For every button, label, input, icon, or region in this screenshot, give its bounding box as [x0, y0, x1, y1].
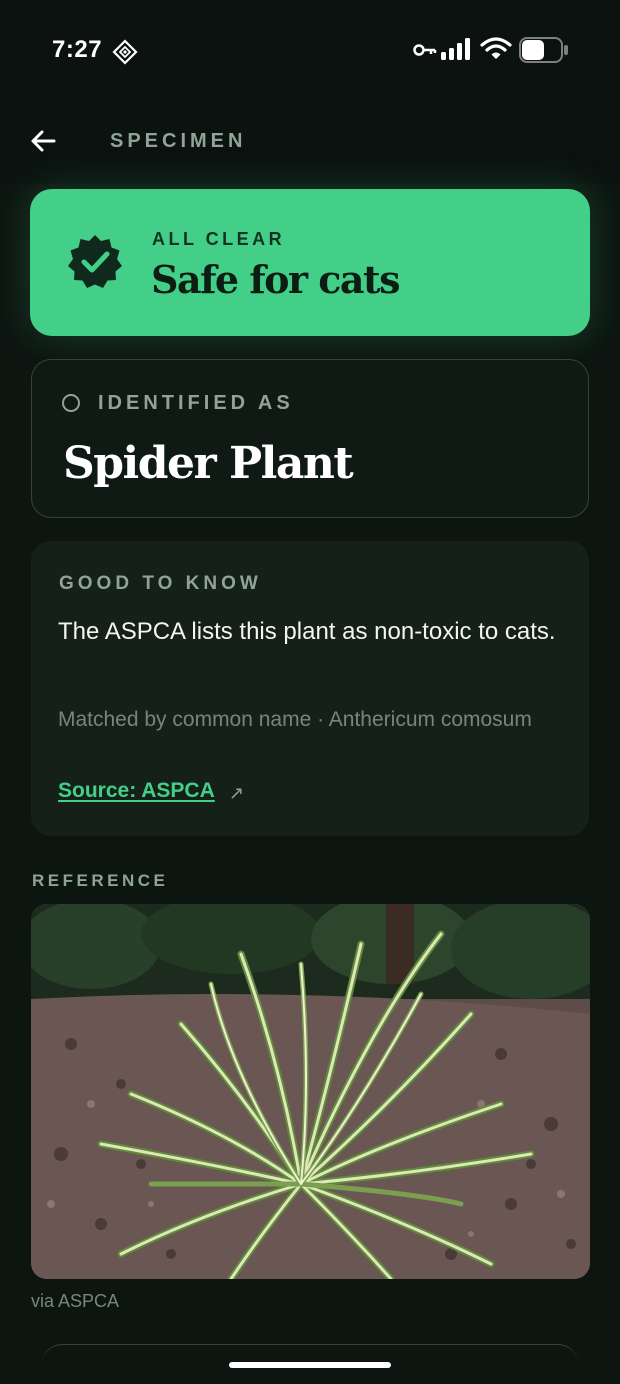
signal-icon — [441, 38, 470, 60]
wifi-icon — [480, 37, 512, 59]
reference-photo — [31, 904, 590, 1279]
good-to-know-card: GOOD TO KNOW The ASPCA lists this plant … — [31, 541, 589, 836]
check-badge-icon — [68, 235, 122, 288]
match-info: Matched by common name · Anthericum como… — [58, 708, 532, 731]
source-link[interactable]: Source: ASPCA — [58, 779, 215, 803]
safety-title: Safe for cats — [151, 257, 400, 302]
status-bar: 7:27 — [0, 0, 620, 100]
key-icon — [413, 44, 437, 56]
status-time: 7:27 — [52, 36, 103, 63]
identified-plant-card: IDENTIFIED AS Spider Plant — [31, 359, 589, 518]
identified-label: IDENTIFIED AS — [98, 392, 294, 414]
reference-label: REFERENCE — [32, 871, 169, 890]
ring-icon — [62, 394, 80, 412]
good-to-know-label: GOOD TO KNOW — [59, 573, 262, 594]
plant-name: Spider Plant — [63, 438, 354, 489]
photo-credit: via ASPCA — [31, 1291, 120, 1311]
toxicity-description: The ASPCA lists this plant as non-toxic … — [58, 618, 556, 645]
home-indicator[interactable] — [229, 1362, 391, 1368]
grid-diamond-icon — [112, 39, 138, 65]
page-title: SPECIMEN — [110, 130, 247, 152]
safety-status-card: ALL CLEAR Safe for cats — [30, 189, 590, 336]
safety-eyebrow: ALL CLEAR — [152, 229, 286, 249]
external-link-icon: ↗ — [229, 783, 245, 803]
top-app-bar: SPECIMEN — [0, 100, 620, 184]
battery-icon — [519, 37, 568, 63]
back-arrow-icon[interactable] — [28, 126, 58, 156]
